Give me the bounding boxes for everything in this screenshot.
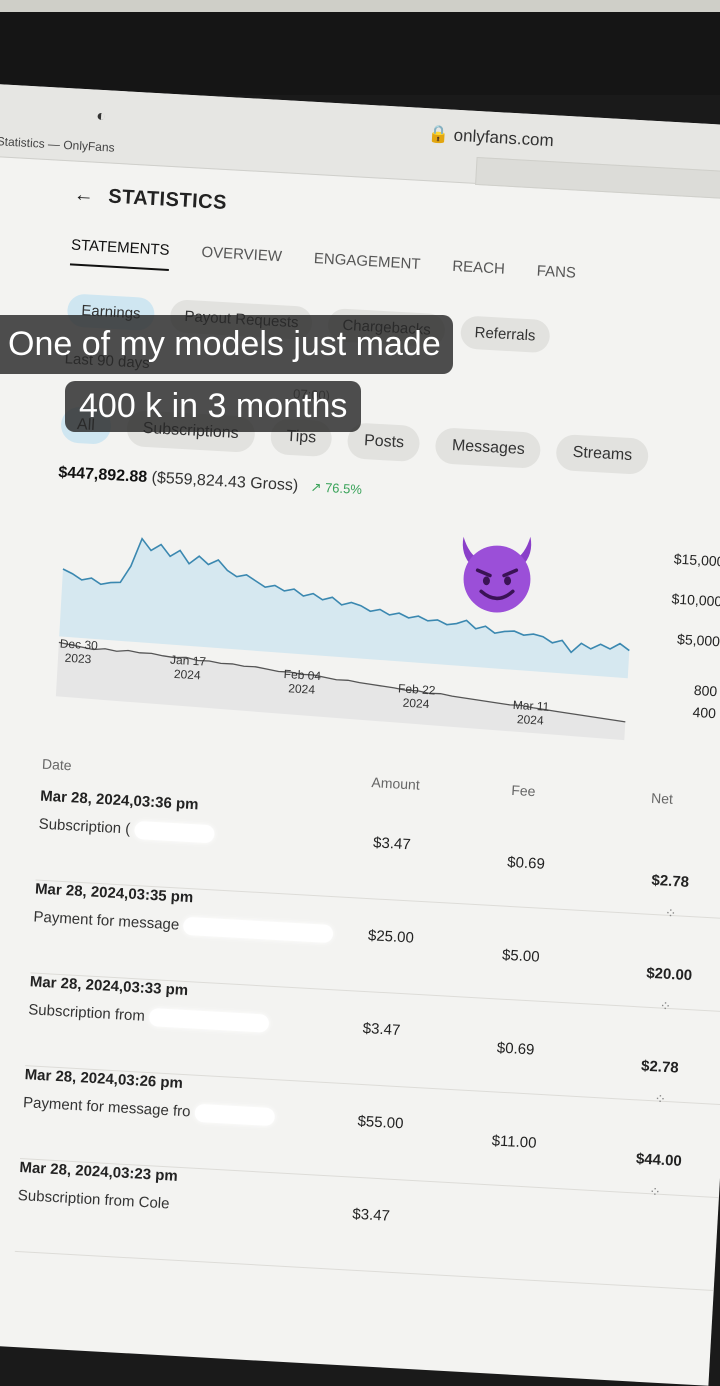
change-percent: ↗ 76.5% — [310, 479, 363, 498]
row-description: Payment for message fro — [22, 1094, 275, 1127]
tab-fans[interactable]: FANS — [536, 263, 576, 294]
browser-tab-title[interactable]: Statistics — OnlyFans — [0, 134, 115, 155]
net-total: $447,892.88 — [57, 464, 148, 487]
col-date: Date — [41, 755, 73, 774]
col-fee: Fee — [510, 781, 536, 800]
x-tick-label: Feb 04 2024 — [283, 667, 322, 697]
subtab-referrals[interactable]: Referrals — [459, 315, 551, 354]
col-amount: Amount — [371, 774, 421, 793]
statements-table: Date Amount Fee Net Mar 28, 2024,03:36 p… — [14, 755, 720, 1291]
redaction-mark — [148, 1008, 270, 1033]
row-amount: $3.47 — [351, 1205, 391, 1225]
row-net: $2.78 — [651, 871, 690, 891]
row-fee: $0.69 — [496, 1039, 535, 1059]
col-net: Net — [650, 789, 674, 807]
row-description-text: Subscription ( — [38, 815, 131, 838]
tab-statements[interactable]: STATEMENTS — [69, 236, 171, 271]
tab-engagement[interactable]: ENGAGEMENT — [313, 250, 420, 285]
row-description: Subscription from Cole — [17, 1186, 170, 1213]
y-tick-label: $10,000 — [671, 590, 720, 610]
browser-screen: ◐ 🔒 onlyfans.com Statistics — OnlyFans ←… — [0, 82, 720, 1386]
main-tabs: STATEMENTS OVERVIEW ENGAGEMENT REACH FAN… — [69, 236, 720, 304]
row-net: $2.78 — [640, 1057, 680, 1077]
y-tick-label: $15,000 — [673, 550, 720, 570]
row-description-text: Payment for message — [33, 908, 180, 934]
url-text: onlyfans.com — [453, 125, 555, 151]
monitor-bezel — [0, 0, 720, 95]
browser-tab-strip — [475, 156, 720, 202]
address-bar[interactable]: 🔒 onlyfans.com — [427, 124, 554, 151]
arrow-left-icon[interactable]: ← — [73, 184, 95, 208]
redaction-mark — [193, 1103, 275, 1127]
row-fee: $11.00 — [491, 1132, 537, 1152]
chart-svg — [55, 537, 630, 741]
y-tick-label: $5,000 — [676, 630, 720, 650]
row-date: Mar 28, 2024,03:36 pm — [39, 787, 199, 814]
story-caption-line1: One of my models just made — [0, 315, 453, 374]
tab-overview[interactable]: OVERVIEW — [200, 244, 282, 277]
row-net: $20.00 — [645, 964, 693, 985]
row-description-text: Payment for message fro — [22, 1094, 191, 1121]
tab-reach[interactable]: REACH — [451, 258, 505, 290]
story-caption-line2: 400 k in 3 months — [65, 381, 362, 432]
row-amount: $25.00 — [367, 927, 415, 947]
browser-chrome: ◐ 🔒 onlyfans.com Statistics — OnlyFans — [0, 82, 720, 202]
filter-messages[interactable]: Messages — [434, 427, 542, 469]
redaction-mark — [182, 916, 334, 944]
row-description: Subscription ( — [38, 815, 215, 844]
row-description-text: Subscription from — [27, 1001, 146, 1025]
row-description: Payment for message — [33, 908, 334, 944]
row-amount: $3.47 — [362, 1019, 401, 1040]
y-tick-label: 400 — [692, 703, 717, 722]
x-tick-label: Feb 22 2024 — [397, 681, 436, 712]
row-fee: $5.00 — [501, 946, 541, 966]
x-tick-label: Jan 17 2024 — [169, 652, 207, 683]
page-title: STATISTICS — [107, 185, 228, 215]
x-tick-label: Mar 11 2024 — [512, 697, 550, 728]
row-fee: $0.69 — [506, 853, 546, 873]
y-tick-label: 800 — [693, 681, 718, 700]
shield-icon[interactable]: ◐ — [96, 108, 107, 127]
row-amount: $55.00 — [357, 1112, 404, 1133]
redaction-mark — [133, 820, 215, 844]
row-description: Subscription from — [27, 1001, 270, 1033]
gross-total: ($559,824.43 Gross) — [151, 469, 299, 495]
smiling-devil-emoji-icon — [462, 536, 532, 613]
row-net: $44.00 — [635, 1150, 683, 1170]
x-tick-label: Dec 30 2023 — [59, 636, 99, 667]
filter-streams[interactable]: Streams — [555, 433, 650, 475]
earnings-chart[interactable]: $15,000 $10,000 $5,000 800 400 Dec 30 20… — [44, 496, 720, 764]
row-amount: $3.47 — [372, 834, 412, 854]
